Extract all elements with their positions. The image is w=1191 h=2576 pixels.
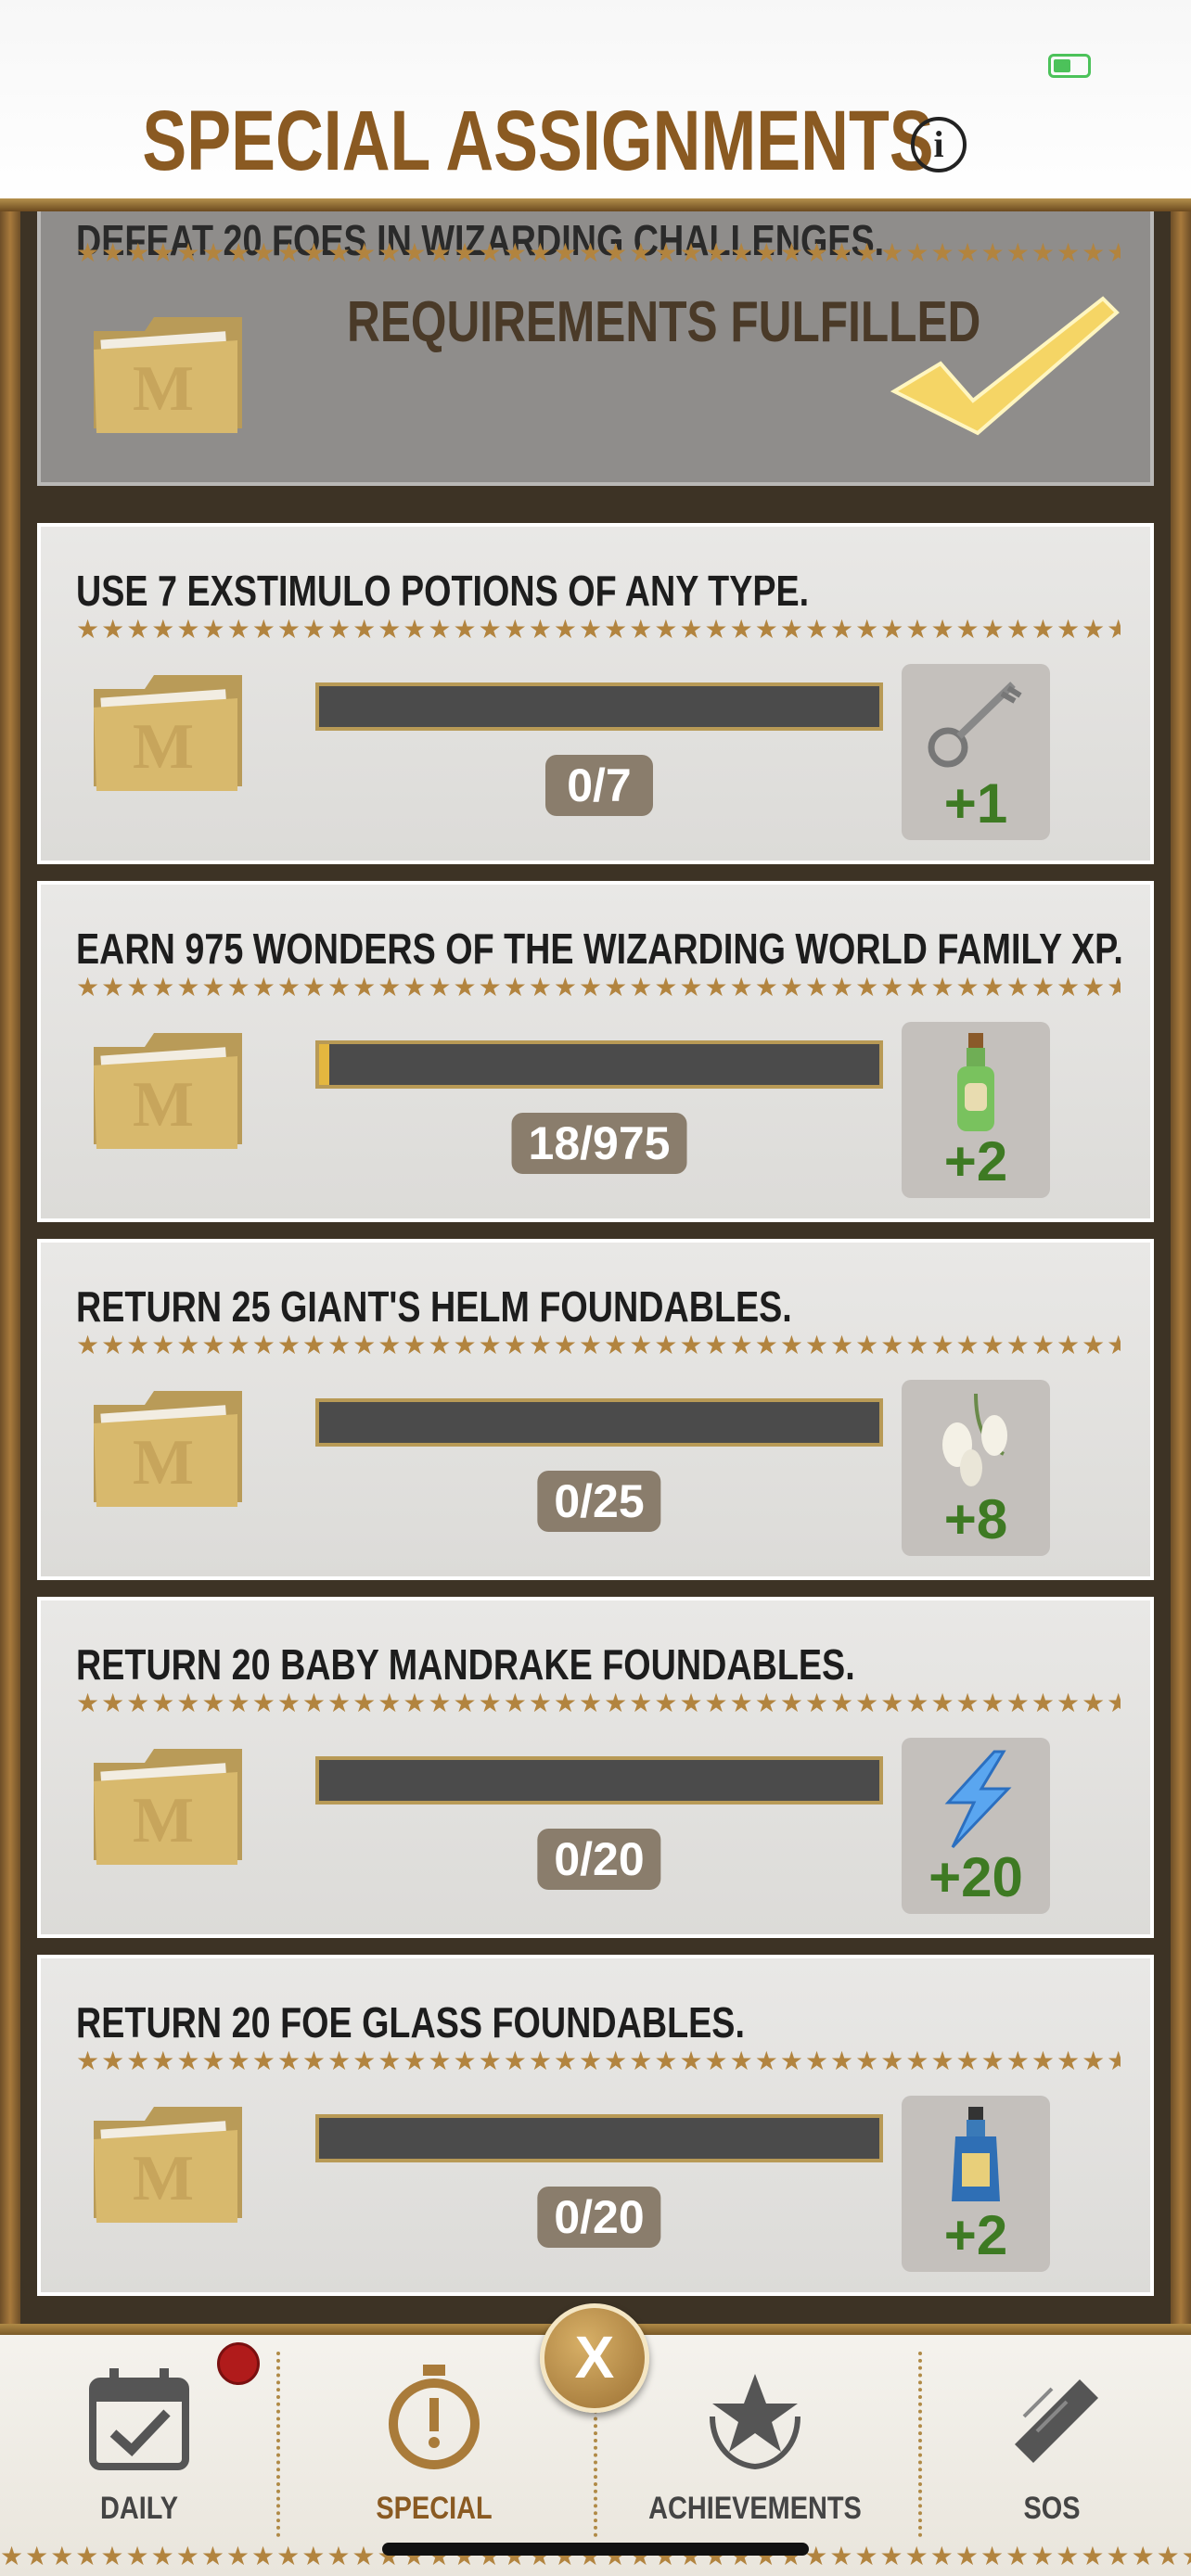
info-icon[interactable]: i [911,117,967,172]
progress-count: 0/7 [545,755,653,816]
svg-text:M: M [133,1069,194,1141]
tab-label: SPECIAL [376,2491,493,2526]
blue-potion-icon [952,2107,1000,2201]
assignment-card[interactable]: EARN 975 WONDERS OF THE WIZARDING WORLD … [37,881,1154,1222]
folder-icon: M [94,2107,242,2223]
header: SPECIAL ASSIGNMENTS i [0,0,1191,211]
reward-box: +2 [902,1022,1050,1198]
svg-text:M: M [133,711,194,783]
reward-amount: +20 [928,1846,1023,1908]
reward-amount: +2 [943,1130,1008,1192]
notification-badge [217,2342,260,2385]
reward-box: +20 [902,1738,1050,1914]
assignment-title: RETURN 20 FOE GLASS FOUNDABLES. [76,1998,745,2047]
folder-icon: M [94,1033,242,1149]
progress-bar [315,1398,883,1447]
progress-count: 18/975 [511,1113,687,1174]
star-divider: ★★★★★★★★★★★★★★★★★★★★★★★★★★★★★★★★★★★★★★★★… [76,976,1121,1000]
progress-count: 0/20 [537,1829,661,1890]
assignments-list[interactable]: DEFEAT 20 FOES IN WIZARDING CHALLENGES. … [0,211,1191,2324]
assignment-card[interactable]: RETURN 20 BABY MANDRAKE FOUNDABLES. ★★★★… [37,1597,1154,1938]
progress-bar [315,1040,883,1089]
svg-text:M: M [133,353,194,425]
folder-icon: M [94,1749,242,1865]
reward-amount: +1 [943,772,1008,835]
tab-special[interactable]: SPECIAL [295,2361,573,2537]
green-potion-icon [957,1033,994,1131]
assignment-title: RETURN 25 GIANT'S HELM FOUNDABLES. [76,1282,792,1331]
folder-icon: M [94,675,242,791]
frame-rail-right [1171,211,1191,2324]
assignment-card[interactable]: RETURN 20 FOE GLASS FOUNDABLES. ★★★★★★★★… [37,1955,1154,2296]
progress-bar [315,682,883,731]
close-button[interactable]: X [540,2303,649,2413]
tab-label: DAILY [99,2491,179,2526]
reward-amount: +2 [943,2204,1008,2266]
tab-daily[interactable]: DAILY [0,2361,278,2537]
tab-sos[interactable]: SOS [913,2361,1191,2537]
page-title: SPECIAL ASSIGNMENTS [142,94,934,188]
checkmark-icon [890,296,1120,436]
calendar-check-icon [89,2368,189,2470]
star-divider: ★★★★★★★★★★★★★★★★★★★★★★★★★★★★★★★★★★★★★★★★… [76,2049,1121,2073]
svg-text:M: M [133,2143,194,2214]
header-divider [0,198,1191,211]
assignment-card-completed[interactable]: DEFEAT 20 FOES IN WIZARDING CHALLENGES. … [37,211,1154,486]
progress-count: 0/20 [537,2187,661,2248]
battery-icon [1048,54,1091,78]
scroll-icon [1015,2379,1098,2463]
reward-amount: +8 [943,1488,1008,1550]
assignment-title: EARN 975 WONDERS OF THE WIZARDING WORLD … [76,925,1123,973]
reward-box: +8 [902,1380,1050,1556]
frame-rail-left [0,211,20,2324]
star-divider: ★★★★★★★★★★★★★★★★★★★★★★★★★★★★★★★★★★★★★★★★… [76,1691,1121,1715]
key-icon [928,682,1022,768]
tab-achievements[interactable]: ACHIEVEMENTS [616,2361,894,2537]
stopwatch-icon [389,2365,480,2469]
lightning-icon [944,1750,1012,1849]
nav-separator [276,2352,280,2537]
star-divider: ★★★★★★★★★★★★★★★★★★★★★★★★★★★★★★★★★★★★★★★★… [76,618,1121,642]
assignment-title: RETURN 20 BABY MANDRAKE FOUNDABLES. [76,1640,855,1689]
svg-text:M: M [133,1427,194,1498]
progress-bar [315,1756,883,1804]
assignment-card[interactable]: RETURN 25 GIANT'S HELM FOUNDABLES. ★★★★★… [37,1239,1154,1580]
folder-icon: M [94,317,242,433]
star-laurel-icon [710,2374,800,2470]
reward-box: +1 [902,664,1050,840]
assignment-card[interactable]: USE 7 EXSTIMULO POTIONS OF ANY TYPE. ★★★… [37,523,1154,864]
svg-text:M: M [133,1785,194,1856]
reward-box: +2 [902,2096,1050,2272]
home-indicator[interactable] [382,2543,809,2556]
star-divider: ★★★★★★★★★★★★★★★★★★★★★★★★★★★★★★★★★★★★★★★★… [76,1333,1121,1358]
star-divider: ★★★★★★★★★★★★★★★★★★★★★★★★★★★★★★★★★★★★★★★★… [76,241,1121,265]
snowdrop-icon [942,1393,1007,1486]
tab-label: ACHIEVEMENTS [648,2491,862,2526]
folder-icon: M [94,1391,242,1507]
progress-bar [315,2114,883,2162]
tab-label: SOS [1023,2491,1081,2526]
assignment-title: USE 7 EXSTIMULO POTIONS OF ANY TYPE. [76,567,810,615]
progress-count: 0/25 [537,1471,661,1532]
